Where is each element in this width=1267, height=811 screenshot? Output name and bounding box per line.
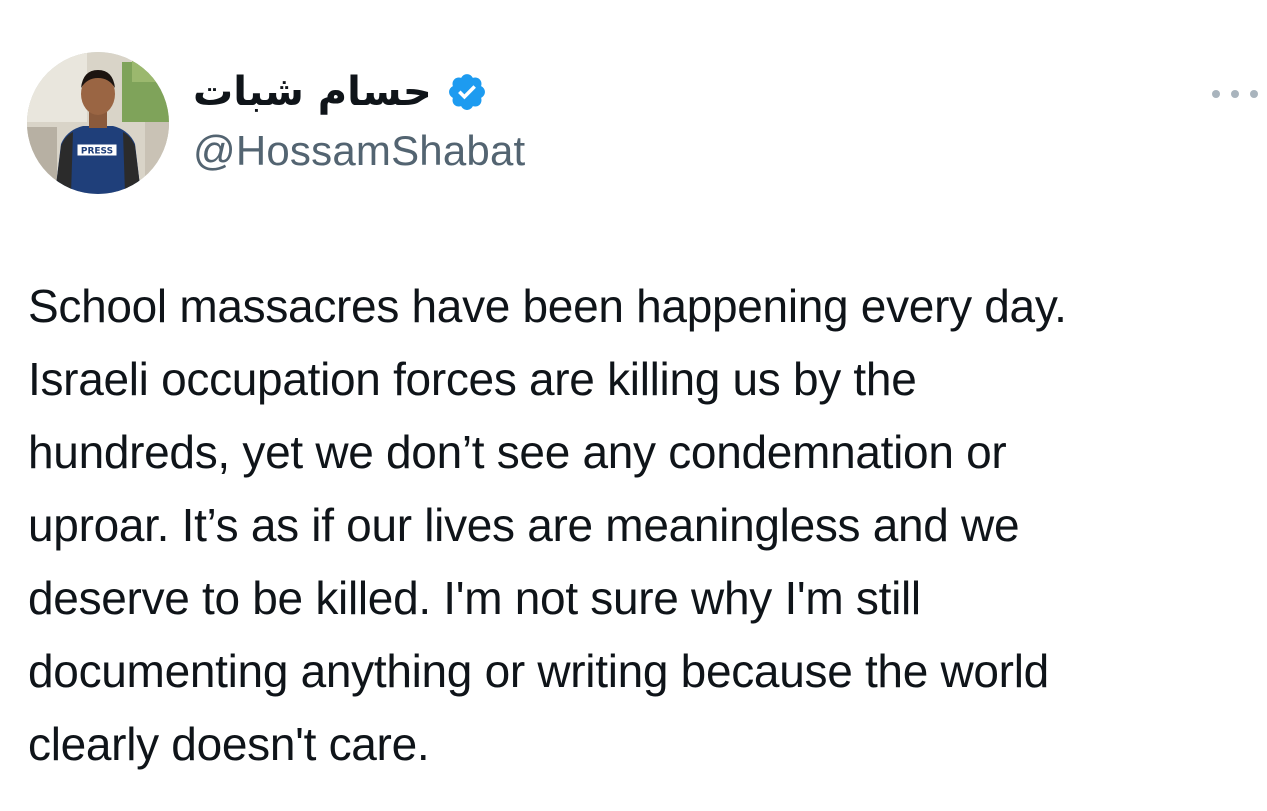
display-name[interactable]: حسام شبات [193, 72, 432, 112]
tweet-line: documenting anything or writing because … [28, 645, 1049, 697]
tweet-line: School massacres have been happening eve… [28, 280, 1067, 332]
more-dot [1231, 90, 1239, 98]
avatar-photo: PRESS [27, 52, 169, 194]
author-handle[interactable]: @HossamShabat [193, 127, 525, 174]
verified-badge-icon[interactable] [446, 71, 488, 113]
more-dot [1250, 90, 1258, 98]
tweet-text: School massacres have been happening eve… [28, 270, 1263, 781]
tweet-card: PRESS حسام شبات @HossamShabat School mas… [0, 0, 1267, 811]
more-options-icon[interactable] [1212, 82, 1258, 106]
more-dot [1212, 90, 1220, 98]
tweet-line: hundreds, yet we don’t see any condemnat… [28, 426, 1007, 478]
avatar[interactable]: PRESS [27, 52, 169, 194]
author-name-row: حسام شبات [193, 62, 488, 122]
tweet-line: deserve to be killed. I'm not sure why I… [28, 572, 921, 624]
press-badge-text: PRESS [81, 147, 113, 157]
tweet-line: clearly doesn't care. [28, 718, 430, 770]
tweet-line: uproar. It’s as if our lives are meaning… [28, 499, 1020, 551]
tweet-line: Israeli occupation forces are killing us… [28, 353, 917, 405]
